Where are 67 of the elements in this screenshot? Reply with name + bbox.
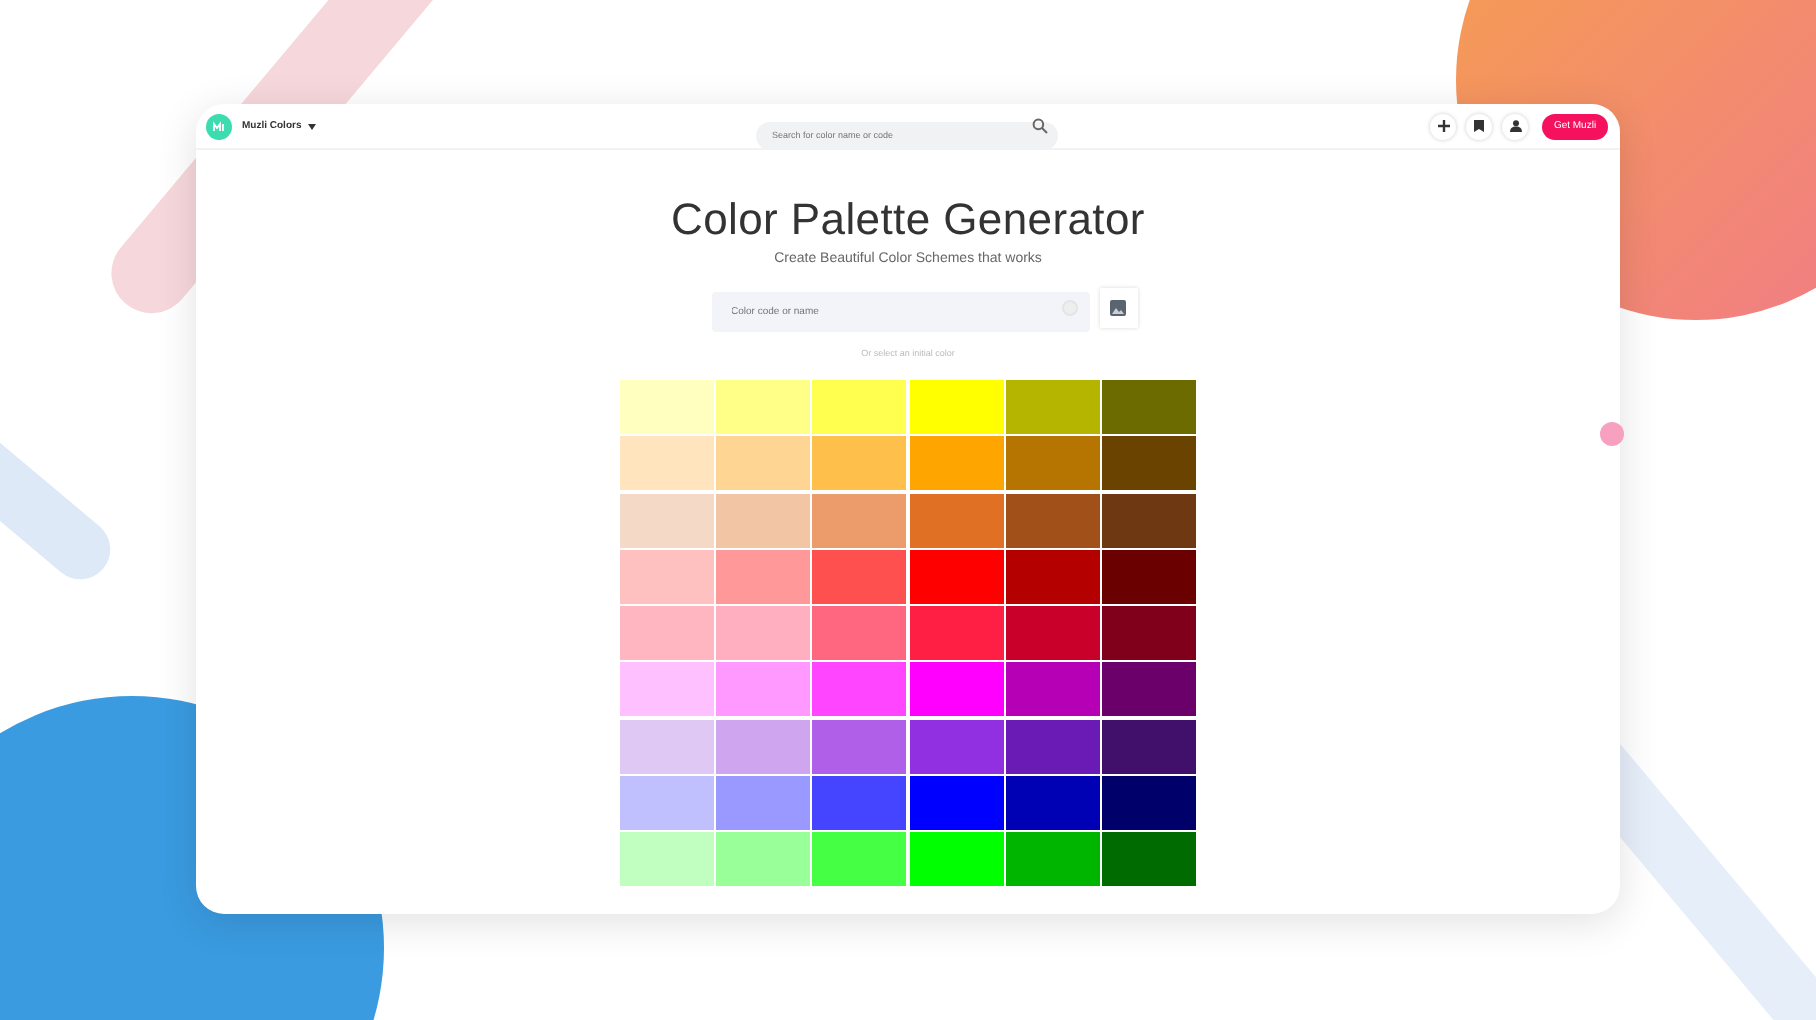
color-swatch[interactable] (1102, 549, 1197, 604)
bookmark-icon (1474, 120, 1484, 132)
color-swatch[interactable] (812, 493, 907, 548)
color-swatch[interactable] (619, 832, 714, 887)
bookmark-button[interactable] (1466, 113, 1492, 139)
color-swatch[interactable] (1005, 776, 1100, 831)
chat-bubble-icon[interactable] (1600, 422, 1624, 446)
color-swatch[interactable] (716, 776, 811, 831)
user-icon (1509, 120, 1521, 132)
color-swatch[interactable] (812, 606, 907, 661)
color-swatch[interactable] (1102, 832, 1197, 887)
color-swatch[interactable] (812, 549, 907, 604)
color-swatch[interactable] (1102, 662, 1197, 717)
color-swatch[interactable] (812, 436, 907, 491)
color-swatch[interactable] (1102, 776, 1197, 831)
color-swatch[interactable] (1102, 380, 1197, 434)
color-swatch[interactable] (812, 380, 907, 434)
caret-icon (307, 123, 316, 129)
color-swatch[interactable] (909, 380, 1004, 434)
color-swatch[interactable] (1005, 606, 1100, 661)
color-swatch[interactable] (1005, 549, 1100, 604)
color-swatch[interactable] (909, 776, 1004, 831)
user-button[interactable] (1502, 113, 1528, 139)
color-swatch[interactable] (812, 662, 907, 717)
plus-button[interactable] (1430, 113, 1456, 139)
color-swatch[interactable] (1102, 436, 1197, 491)
color-swatch[interactable] (619, 549, 714, 604)
page-title: Color Palette Generator (671, 194, 1145, 246)
color-swatch[interactable] (909, 832, 1004, 887)
color-swatch[interactable] (619, 606, 714, 661)
color-swatch[interactable] (619, 493, 714, 548)
plus-icon (1437, 120, 1449, 132)
color-swatch[interactable] (619, 380, 714, 434)
color-swatch[interactable] (1102, 606, 1197, 661)
image-icon (1110, 300, 1126, 316)
color-swatch[interactable] (716, 380, 811, 434)
color-swatch[interactable] (812, 832, 907, 887)
color-swatch[interactable] (716, 662, 811, 717)
color-swatch[interactable] (1005, 832, 1100, 887)
color-swatch[interactable] (619, 662, 714, 717)
color-swatch[interactable] (909, 493, 1004, 548)
color-swatch[interactable] (619, 436, 714, 491)
color-swatch[interactable] (1005, 380, 1100, 434)
color-swatch[interactable] (619, 776, 714, 831)
color-swatch[interactable] (1005, 662, 1100, 717)
search-icon (1032, 118, 1048, 134)
logo-icon (206, 113, 232, 139)
color-swatch[interactable] (716, 493, 811, 548)
image-upload-button[interactable] (1099, 288, 1137, 328)
color-swatch[interactable] (909, 436, 1004, 491)
color-swatch[interactable] (1005, 436, 1100, 491)
color-swatch[interactable] (716, 832, 811, 887)
color-swatch[interactable] (1102, 719, 1197, 774)
color-swatch[interactable] (909, 549, 1004, 604)
color-swatch[interactable] (1005, 493, 1100, 548)
color-swatch[interactable] (619, 719, 714, 774)
color-swatch[interactable] (716, 436, 811, 491)
color-swatch[interactable] (909, 606, 1004, 661)
color-swatch[interactable] (909, 719, 1004, 774)
color-swatch[interactable] (812, 776, 907, 831)
color-swatch[interactable] (1102, 493, 1197, 548)
color-swatch[interactable] (716, 549, 811, 604)
color-swatch[interactable] (716, 719, 811, 774)
color-swatch[interactable] (716, 606, 811, 661)
color-swatch[interactable] (909, 662, 1004, 717)
color-swatch[interactable] (1005, 719, 1100, 774)
color-swatch[interactable] (812, 719, 907, 774)
